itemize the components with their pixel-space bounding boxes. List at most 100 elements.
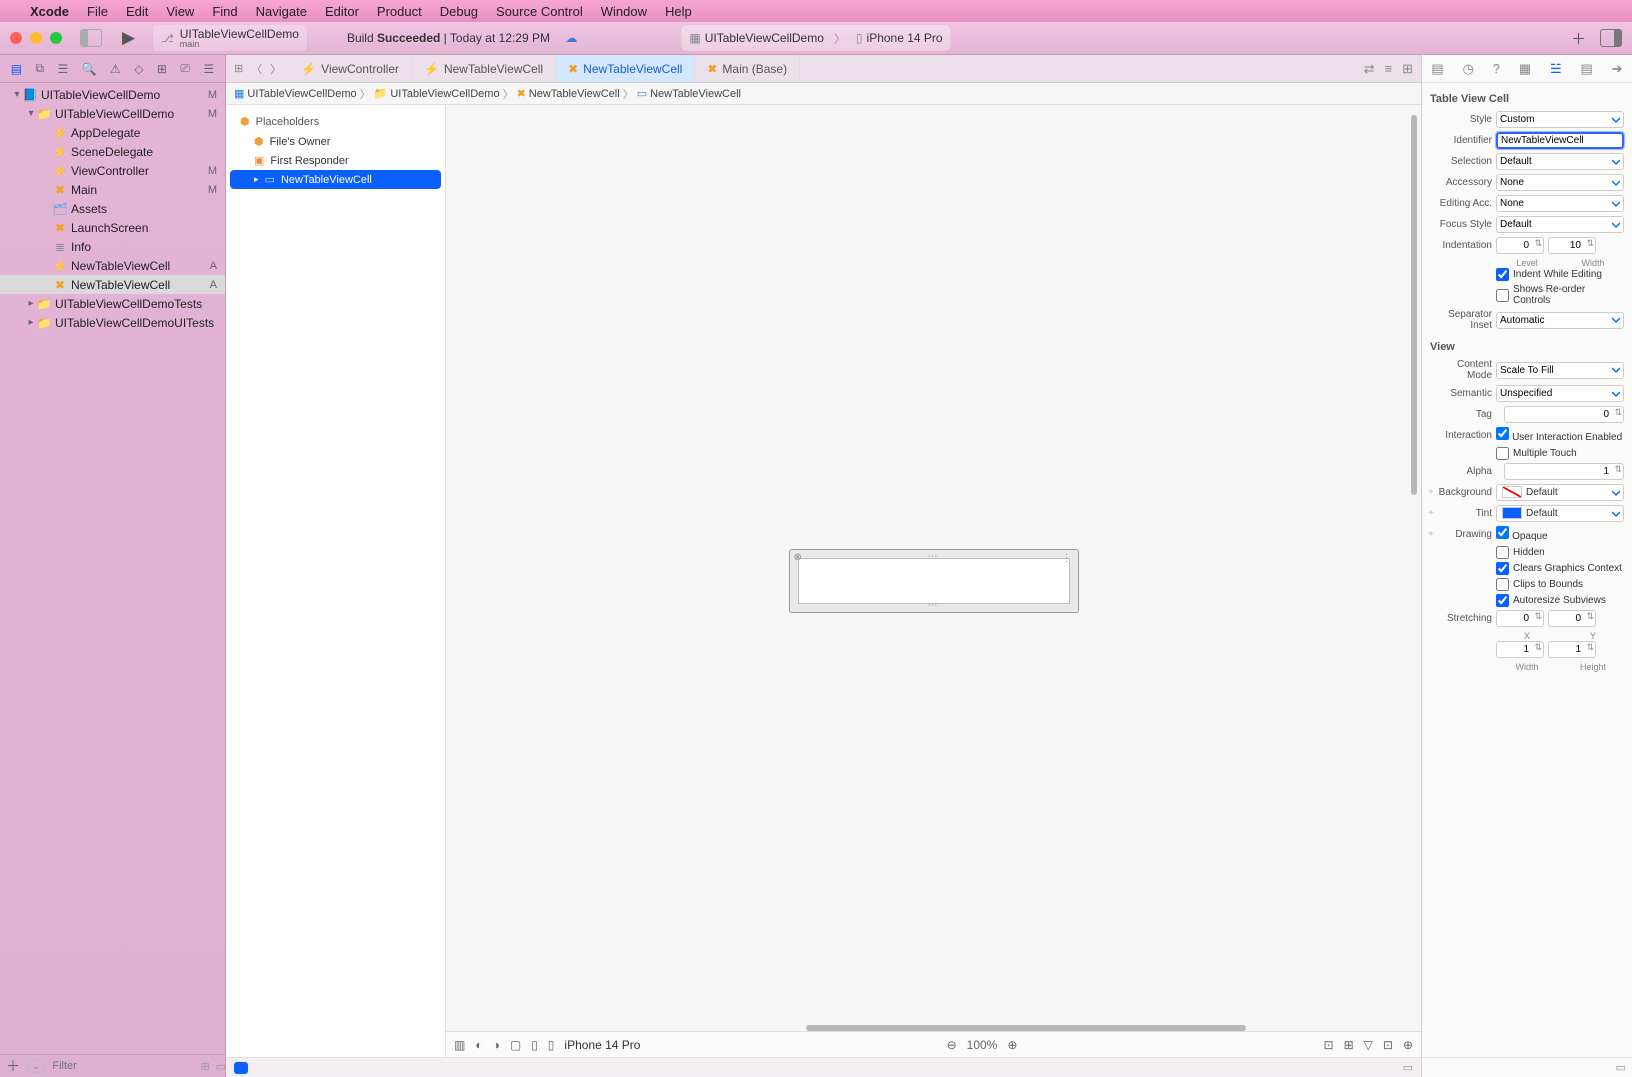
clears-graphics-checkbox[interactable] [1496, 562, 1509, 575]
nav-item-launchscreen[interactable]: ✖LaunchScreen [0, 218, 225, 237]
find-navigator-icon[interactable]: 🔍 [82, 62, 97, 76]
test-navigator-icon[interactable]: ◇ [134, 62, 143, 76]
navigator-filter-input[interactable] [52, 1060, 194, 1072]
stretch-h-input[interactable] [1548, 641, 1596, 658]
filter-scope-button[interactable]: ⌄ [26, 1060, 46, 1073]
menu-find[interactable]: Find [212, 4, 237, 19]
nav-item-uitableviewcelldemo[interactable]: ▾📘UITableViewCellDemoM [0, 85, 225, 104]
nav-item-viewcontroller[interactable]: ⚡ViewControllerM [0, 161, 225, 180]
connections-inspector-icon[interactable]: ➔ [1612, 61, 1623, 77]
project-navigator-icon[interactable]: ▤ [11, 62, 22, 76]
nav-item-appdelegate[interactable]: ⚡AppDelegate [0, 123, 225, 142]
forward-button[interactable]: 〉 [270, 61, 281, 77]
run-button[interactable]: ▶ [122, 28, 135, 48]
menu-product[interactable]: Product [377, 4, 422, 19]
menu-navigate[interactable]: Navigate [256, 4, 307, 19]
outline-selected-cell[interactable]: ▸ ▭ NewTableViewCell [230, 170, 441, 189]
zoom-in-icon[interactable]: ⊕ [1007, 1038, 1017, 1052]
editor-options-icon[interactable]: ≡ [1385, 61, 1393, 77]
menu-edit[interactable]: Edit [126, 4, 148, 19]
jump-3[interactable]: NewTableViewCell [650, 88, 741, 100]
close-handle-icon[interactable]: ⊗ [794, 552, 802, 563]
ib-canvas[interactable]: ⊗ ⋯ ⋮ ⋯ ⌕ ▥ ◐ ◑ ▢ ▯ ▯ [446, 105, 1421, 1057]
opaque-checkbox[interactable] [1496, 526, 1509, 539]
issue-navigator-icon[interactable]: ⚠ [110, 62, 121, 76]
tab-newtableviewcell[interactable]: ⚡NewTableViewCell [412, 55, 556, 82]
identifier-input[interactable] [1496, 132, 1624, 149]
indent-while-editing-checkbox[interactable] [1496, 268, 1509, 281]
selection-select[interactable]: Default [1496, 153, 1624, 170]
adjust-editor-icon[interactable]: ⇄ [1364, 61, 1375, 77]
add-editor-button[interactable]: ＋ [1571, 28, 1586, 49]
clips-checkbox[interactable] [1496, 578, 1509, 591]
nav-item-info[interactable]: ≣Info [0, 237, 225, 256]
nav-item-uitableviewcelldemotests[interactable]: ▸📁UITableViewCellDemoTests [0, 294, 225, 313]
source-control-navigator-icon[interactable]: ⧉ [35, 61, 44, 76]
nav-item-newtableviewcell[interactable]: ✖NewTableViewCellA [0, 275, 225, 294]
jump-bar[interactable]: ▦ UITableViewCellDemo〉 📁 UITableViewCell… [226, 83, 1421, 105]
toggle-outline-button[interactable]: ▥ [454, 1038, 465, 1052]
menu-file[interactable]: File [87, 4, 108, 19]
add-tint-icon[interactable]: + [1428, 508, 1434, 519]
project-tree[interactable]: ▾📘UITableViewCellDemoM▾📁UITableViewCellD… [0, 83, 225, 1054]
zoom-window-button[interactable] [50, 32, 62, 44]
related-items-icon[interactable]: ⊞ [234, 62, 243, 75]
menu-source-control[interactable]: Source Control [496, 4, 583, 19]
vary-traits-icon[interactable]: ▯ [531, 1038, 538, 1052]
menu-debug[interactable]: Debug [440, 4, 478, 19]
recent-filter-icon[interactable]: ⊞ [200, 1060, 209, 1073]
focus-style-select[interactable]: Default [1496, 216, 1624, 233]
nav-item-uitableviewcelldemouitests[interactable]: ▸📁UITableViewCellDemoUITests [0, 313, 225, 332]
tint-swatch[interactable] [1502, 507, 1522, 519]
outline-first-responder[interactable]: ▣First Responder [230, 151, 441, 170]
content-mode-select[interactable]: Scale To Fill [1496, 362, 1624, 379]
stretch-x-input[interactable] [1496, 610, 1544, 627]
content-view[interactable] [798, 558, 1070, 604]
tab-viewcontroller[interactable]: ⚡ViewController [289, 55, 412, 82]
jump-0[interactable]: UITableViewCellDemo [247, 88, 356, 100]
cell-preview[interactable]: ⊗ ⋯ ⋮ ⋯ [789, 549, 1079, 613]
scm-filter-icon[interactable]: ▭ [216, 1060, 226, 1073]
top-handle-icon[interactable]: ⋯ [928, 551, 940, 562]
menu-xcode[interactable]: Xcode [30, 4, 69, 19]
zoom-out-icon[interactable]: ⊖ [947, 1038, 957, 1052]
jump-2[interactable]: NewTableViewCell [529, 88, 620, 100]
user-interaction-checkbox[interactable] [1496, 427, 1509, 440]
hidden-checkbox[interactable] [1496, 546, 1509, 559]
background-swatch[interactable] [1502, 486, 1522, 498]
jump-1[interactable]: UITableViewCellDemo [390, 88, 499, 100]
run-destination[interactable]: ▦UITableViewCellDemo 〉 ▯iPhone 14 Pro [681, 25, 950, 51]
autoresize-checkbox[interactable] [1496, 594, 1509, 607]
canvas-device-label[interactable]: iPhone 14 Pro [564, 1038, 640, 1052]
identity-inspector-icon[interactable]: ▦ [1519, 61, 1531, 77]
multiple-touch-checkbox[interactable] [1496, 447, 1509, 460]
stretch-w-input[interactable] [1496, 641, 1544, 658]
separator-select[interactable]: Automatic [1496, 312, 1624, 329]
scheme-selector[interactable]: ⎇ UITableViewCellDemo main [153, 25, 307, 51]
help-inspector-icon[interactable]: ? [1493, 61, 1500, 76]
toggle-inspector-button[interactable] [1600, 29, 1622, 47]
toggle-navigator-button[interactable] [80, 29, 102, 47]
nav-item-assets[interactable]: 🗂Assets [0, 199, 225, 218]
nav-item-newtableviewcell[interactable]: ⚡NewTableViewCellA [0, 256, 225, 275]
nav-item-uitableviewcelldemo[interactable]: ▾📁UITableViewCellDemoM [0, 104, 225, 123]
menu-window[interactable]: Window [601, 4, 647, 19]
indent-width-input[interactable] [1548, 237, 1596, 254]
adjust-options-icon[interactable]: ◐ [475, 1038, 482, 1052]
add-file-button[interactable]: ＋ [6, 1056, 20, 1076]
breakpoint-navigator-icon[interactable]: ⎚ [180, 61, 190, 76]
nav-item-scenedelegate[interactable]: ⚡SceneDelegate [0, 142, 225, 161]
add-background-icon[interactable]: + [1428, 487, 1434, 498]
file-inspector-icon[interactable]: ▤ [1431, 61, 1443, 77]
style-select[interactable]: Custom [1496, 111, 1624, 128]
embed-icon[interactable]: ⊡ [1383, 1038, 1393, 1052]
bottom-handle-icon[interactable]: ⋯ [928, 600, 940, 611]
debug-bubble-icon[interactable] [234, 1062, 248, 1074]
nav-item-main[interactable]: ✖MainM [0, 180, 225, 199]
tab-newtableviewcell[interactable]: ✖NewTableViewCell [556, 55, 695, 82]
alpha-input[interactable] [1504, 463, 1624, 480]
add-drawing-icon[interactable]: + [1428, 529, 1434, 540]
pin-icon[interactable]: ⊞ [1344, 1038, 1354, 1052]
accessory-select[interactable]: None [1496, 174, 1624, 191]
device-config-icon[interactable]: ▯ [548, 1038, 555, 1052]
